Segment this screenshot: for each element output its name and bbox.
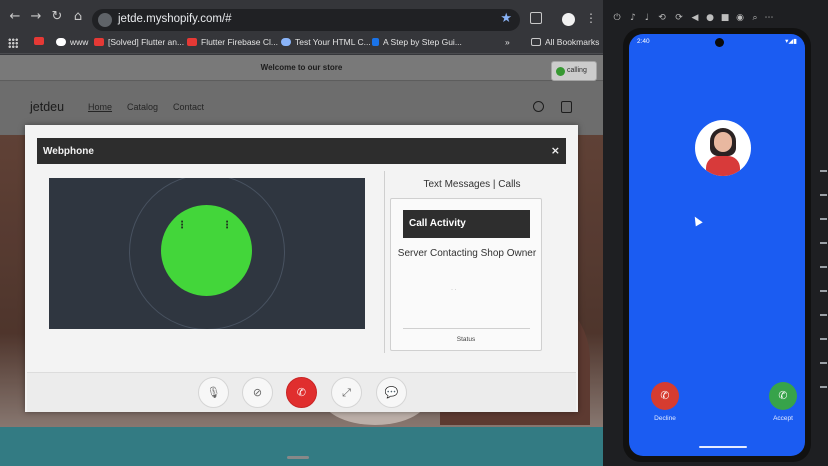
caller-avatar	[161, 205, 252, 296]
youtube-icon	[34, 37, 44, 45]
screen-root: ← → ↻ ⌂ jetde.myshopify.com/# ★ ⋮ www [S…	[0, 0, 828, 466]
browser-toolbar: ← → ↻ ⌂ jetde.myshopify.com/# ★ ⋮	[0, 0, 603, 34]
video-area: ⋮ ⋮	[49, 178, 365, 329]
side-tool-icon[interactable]	[820, 242, 827, 244]
power-icon[interactable]: ⏻	[611, 12, 623, 24]
messages-calls-title: Text Messages | Calls	[423, 179, 521, 190]
mouse-cursor-icon	[691, 214, 703, 227]
fullscreen-icon: ⤢	[342, 386, 351, 399]
back-icon[interactable]: ◀	[689, 12, 701, 24]
accept-label: Accept	[773, 415, 793, 422]
all-bookmarks-button[interactable]: All Bookmarks	[531, 37, 599, 47]
avatar-eye-icon: ⋮	[222, 220, 232, 231]
side-tool-icon[interactable]	[820, 218, 827, 220]
accept-phone-icon: ✆	[778, 389, 788, 402]
side-tool-icon[interactable]	[820, 386, 827, 388]
reload-icon[interactable]: ↻	[50, 10, 64, 24]
bookmark-item[interactable]: www	[56, 37, 88, 47]
decline-button[interactable]: ✆	[651, 382, 679, 410]
mic-button[interactable]: 🎙	[198, 377, 229, 408]
url-text: jetde.myshopify.com/#	[118, 13, 232, 25]
android-emulator: ⏻ ♪ ♩ ⟲ ⟳ ◀ ● ■ ◉ ⌕ ⋯ 2:40 ▾◢▮ ✆ Decline…	[603, 0, 828, 466]
side-tool-icon[interactable]	[820, 362, 827, 364]
emulator-toolbar: ⏻ ♪ ♩ ⟲ ⟳ ◀ ● ■ ◉ ⌕ ⋯	[603, 12, 828, 26]
more-icon[interactable]: ⋯	[763, 12, 775, 24]
call-activity-label: Call Activity	[409, 218, 466, 229]
home-circle-icon[interactable]: ●	[704, 12, 716, 24]
bookmark-item[interactable]	[34, 37, 44, 45]
front-camera	[715, 38, 724, 47]
menu-kebab-icon[interactable]: ⋮	[585, 11, 597, 25]
caller-photo	[695, 120, 751, 176]
google-icon	[56, 38, 66, 46]
bookmarks-bar: www [Solved] Flutter an... Flutter Fireb…	[0, 34, 603, 54]
call-controls-bar: 🎙 ⊘ ✆ ⤢ 💬	[27, 372, 576, 412]
youtube-icon	[94, 38, 104, 46]
side-tool-icon[interactable]	[820, 290, 827, 292]
video-off-icon: ⊘	[252, 386, 263, 399]
call-activity-card: Call Activity Server Contacting Shop Own…	[390, 198, 542, 351]
gesture-home-bar[interactable]	[699, 446, 747, 448]
folder-icon	[531, 38, 541, 46]
loading-dots: · ·	[451, 287, 457, 293]
emulator-side-toolbar	[819, 170, 828, 440]
accept-button[interactable]: ✆	[769, 382, 797, 410]
end-call-icon: ✆	[296, 386, 307, 399]
apps-grid-icon[interactable]	[8, 38, 18, 48]
address-bar[interactable]: jetde.myshopify.com/# ★	[92, 9, 520, 31]
status-icons: ▾◢▮	[785, 37, 797, 45]
mic-icon: 🎙	[206, 386, 221, 399]
video-toggle-button[interactable]: ⊘	[242, 377, 273, 408]
chat-button[interactable]: 💬	[376, 377, 407, 408]
back-arrow-icon[interactable]: ←	[8, 10, 22, 24]
decline-label: Decline	[654, 415, 676, 422]
cloud-icon	[281, 38, 291, 46]
side-tool-icon[interactable]	[820, 170, 827, 172]
avatar-eye-icon: ⋮	[177, 220, 187, 231]
camera-icon[interactable]: ◉	[734, 12, 746, 24]
panel-divider	[384, 171, 385, 353]
modal-title: Webphone	[43, 146, 94, 157]
call-status-message: Server Contacting Shop Owner	[397, 248, 537, 259]
rotate-left-icon[interactable]: ⟲	[656, 12, 668, 24]
volume-up-icon[interactable]: ♪	[627, 12, 639, 24]
decline-phone-icon: ✆	[660, 389, 670, 402]
bookmark-item[interactable]: A Step by Step Gui...	[372, 37, 462, 47]
end-call-button[interactable]: ✆	[286, 377, 317, 408]
youtube-icon	[187, 38, 197, 46]
call-activity-header: Call Activity	[403, 210, 530, 238]
close-icon[interactable]: ×	[551, 144, 560, 157]
overview-icon[interactable]: ■	[719, 12, 731, 24]
webphone-modal: Webphone × ⋮ ⋮ Text Messages | Calls Cal…	[25, 125, 578, 412]
incoming-call-screen: 2:40 ▾◢▮ ✆ Decline ✆ Accept	[629, 34, 805, 456]
bookmark-item[interactable]: Test Your HTML C...	[281, 37, 371, 47]
chat-icon: 💬	[384, 386, 399, 399]
status-label: Status	[456, 336, 476, 343]
home-icon[interactable]: ⌂	[71, 10, 85, 24]
volume-down-icon[interactable]: ♩	[641, 12, 653, 24]
browser-window: ← → ↻ ⌂ jetde.myshopify.com/# ★ ⋮ www [S…	[0, 0, 603, 466]
bookmark-item[interactable]: Flutter Firebase Cl...	[187, 37, 278, 47]
modal-header: Webphone ×	[37, 138, 566, 164]
site-favicon-icon	[372, 38, 379, 46]
site-info-icon[interactable]	[98, 13, 112, 27]
caller-body	[706, 156, 740, 176]
zoom-icon[interactable]: ⌕	[749, 12, 761, 24]
rotate-right-icon[interactable]: ⟳	[673, 12, 685, 24]
bookmark-star-icon[interactable]: ★	[500, 11, 512, 26]
side-tool-icon[interactable]	[820, 266, 827, 268]
resize-handle[interactable]	[287, 456, 309, 459]
forward-arrow-icon[interactable]: →	[29, 10, 43, 24]
extensions-icon[interactable]	[530, 12, 542, 24]
side-tool-icon[interactable]	[820, 314, 827, 316]
bookmarks-overflow-button[interactable]: »	[505, 37, 510, 47]
fullscreen-button[interactable]: ⤢	[331, 377, 362, 408]
profile-avatar[interactable]	[562, 13, 575, 26]
status-divider	[403, 328, 530, 329]
side-tool-icon[interactable]	[820, 194, 827, 196]
bookmark-item[interactable]: [Solved] Flutter an...	[94, 37, 184, 47]
side-tool-icon[interactable]	[820, 338, 827, 340]
status-time: 2:40	[637, 38, 650, 45]
caller-face	[714, 132, 732, 152]
